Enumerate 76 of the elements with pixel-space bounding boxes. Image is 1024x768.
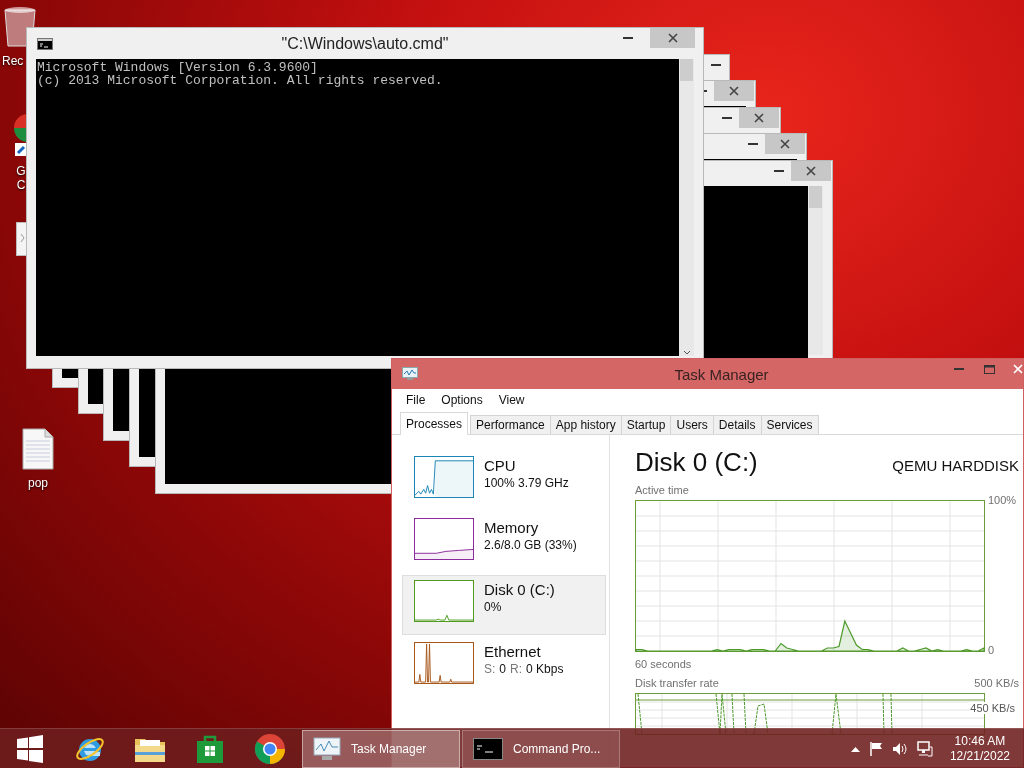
- minimize-icon: [722, 117, 732, 119]
- axis-max-label: 500 KB/s: [974, 677, 1019, 690]
- window-title: "C:\Windows\auto.cmd": [281, 34, 449, 53]
- stat-label: S:: [484, 662, 496, 676]
- tab[interactable]: Startup: [620, 415, 672, 434]
- menu-item[interactable]: File: [406, 393, 426, 407]
- task-manager-icon: [313, 736, 341, 761]
- shopping-bag-icon[interactable]: [196, 733, 224, 764]
- axis-tick-label: 100%: [988, 494, 1017, 507]
- close-icon: [667, 33, 678, 43]
- resource-item[interactable]: Disk 0 (C:) 0%: [402, 575, 606, 635]
- resource-name: Memory: [484, 519, 540, 536]
- disk-title: Disk 0 (C:): [635, 447, 758, 478]
- icon-label: C: [16, 178, 26, 192]
- speaker-icon[interactable]: [891, 741, 908, 756]
- axis-mark-label: 450 KB/s: [970, 702, 1015, 714]
- window-title: Task Manager: [674, 365, 769, 383]
- icon-label: Rec: [2, 54, 24, 68]
- close-icon: [806, 166, 816, 176]
- chart-title: Active time: [635, 484, 689, 497]
- caret-up-icon[interactable]: [850, 745, 860, 752]
- chart-title: Disk transfer rate: [635, 677, 719, 690]
- network-icon[interactable]: [916, 740, 933, 757]
- scrollbar[interactable]: [808, 186, 823, 355]
- tab[interactable]: App history: [549, 415, 622, 434]
- text-file-icon[interactable]: [22, 428, 54, 470]
- console-line: Microsoft Windows [Version 6.3.9600]: [37, 61, 318, 74]
- resource-detail: 2.6/8.0 GB (33%): [484, 538, 577, 552]
- minimize-icon: [622, 37, 633, 39]
- axis-time-label: 60 seconds: [635, 658, 692, 671]
- icon-label: pop: [28, 476, 48, 490]
- resource-detail: 100% 3.79 GHz: [484, 476, 569, 490]
- minimize-icon: [711, 64, 721, 66]
- scroll-thumb[interactable]: [680, 59, 693, 81]
- stat-label: R:: [510, 662, 523, 676]
- taskbar-button[interactable]: Task Manager: [302, 729, 460, 768]
- resource-name: Ethernet: [484, 643, 542, 660]
- scrollbar[interactable]: [679, 59, 694, 356]
- close-icon: [729, 86, 739, 96]
- resource-name: Disk 0 (C:): [484, 581, 555, 598]
- maximize-icon: [983, 364, 995, 374]
- tab[interactable]: Users: [670, 415, 714, 434]
- scroll-thumb[interactable]: [809, 186, 822, 208]
- resource-item[interactable]: Ethernet S: 0 R: 0 Kbps: [402, 637, 606, 697]
- tab[interactable]: Performance: [470, 415, 551, 434]
- tab[interactable]: Services: [760, 415, 819, 434]
- close-icon: [780, 139, 790, 149]
- resource-detail: 0%: [484, 600, 502, 614]
- resource-name: CPU: [484, 457, 517, 474]
- minimize-icon: [774, 170, 784, 172]
- round-logo-icon[interactable]: [254, 732, 286, 765]
- task-manager-icon: [402, 367, 418, 381]
- console-icon: [37, 37, 53, 50]
- minimize-icon: [954, 368, 964, 370]
- resource-item[interactable]: CPU 100% 3.79 GHz: [402, 451, 606, 511]
- stat-value: 0 Kbps: [526, 662, 564, 676]
- flag-icon[interactable]: [868, 741, 883, 756]
- minimize-icon: [748, 143, 758, 145]
- clock-time: 10:46 AM: [954, 733, 1006, 749]
- icon-label: G: [16, 164, 26, 178]
- close-icon: [754, 113, 764, 123]
- tab[interactable]: Details: [712, 415, 762, 434]
- disk-model: QEMU HARDDISK: [892, 457, 1019, 474]
- menu-item[interactable]: View: [498, 393, 525, 407]
- menu-item[interactable]: Options: [441, 393, 483, 407]
- recycle-bin-icon[interactable]: [2, 6, 38, 48]
- taskbar-button[interactable]: Command Pro...: [462, 729, 620, 768]
- axis-tick-label: 0: [988, 644, 995, 657]
- console-icon: [473, 737, 503, 760]
- console-line: (c) 2013 Microsoft Corporation. All rights reserved.: [37, 74, 443, 87]
- start-icon[interactable]: [16, 734, 44, 763]
- close-button[interactable]: [714, 81, 754, 101]
- stat-value: 0: [499, 662, 507, 676]
- resource-item[interactable]: Memory 2.6/8.0 GB (33%): [402, 513, 606, 573]
- clock-date: 12/21/2022: [949, 748, 1010, 764]
- tab[interactable]: Processes: [400, 412, 469, 435]
